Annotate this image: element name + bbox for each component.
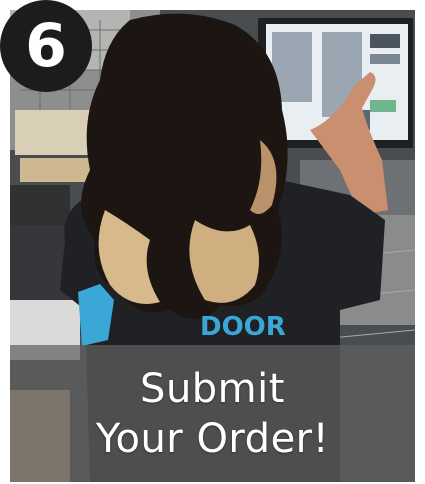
caption-overlay: Submit Your Order! <box>10 345 415 482</box>
logo-text: DOOR <box>200 312 286 342</box>
step-card: DOOR Submit Your Order! 6 <box>0 0 425 484</box>
hair-highlight-center <box>189 220 259 303</box>
caption-line-1: Submit <box>140 365 285 412</box>
dark-equipment <box>10 185 70 225</box>
step-number-badge: 6 <box>0 0 92 92</box>
caption-line-2: Your Order! <box>95 415 330 462</box>
